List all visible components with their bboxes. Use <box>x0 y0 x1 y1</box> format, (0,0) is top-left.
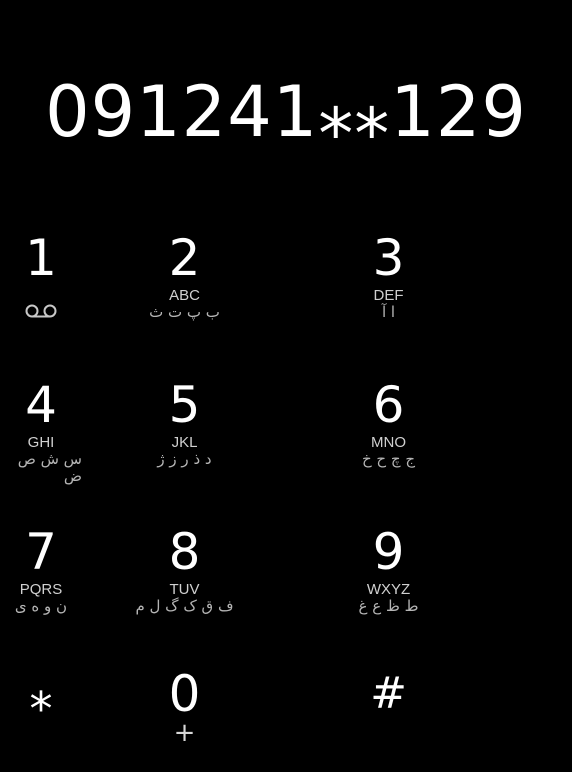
key-5[interactable]: 5 JKL د ذ ر ز ژ <box>82 373 287 520</box>
key-7-digit: 7 <box>25 523 57 581</box>
key-9-letters: WXYZ <box>366 581 411 598</box>
key-1-digit: 1 <box>25 229 57 287</box>
key-3-alt-letters: ا آ <box>381 303 396 321</box>
key-8[interactable]: 8 TUV ف ق ک گ ل م <box>82 520 287 662</box>
key-7-letters: PQRS <box>19 581 63 598</box>
key-2-letters: ABC <box>169 287 200 304</box>
key-9[interactable]: 9 WXYZ ط ظ ع غ <box>287 520 490 662</box>
key-0-digit: 0 <box>168 665 201 723</box>
key-5-alt-letters: د ذ ر ز ژ <box>157 450 212 468</box>
voicemail-icon <box>25 304 57 318</box>
key-8-letters: TUV <box>169 581 200 598</box>
key-8-alt-letters: ف ق ک گ ل م <box>135 597 234 615</box>
key-4-alt-letters: س ش ص ض <box>17 450 82 485</box>
key-3[interactable]: 3 DEF ا آ <box>287 226 490 373</box>
dialed-number: 091241⁎⁎129 <box>45 71 527 153</box>
key-0-plus: + <box>173 718 196 748</box>
key-2-alt-letters: ب پ ت ث <box>149 303 220 321</box>
key-4-digit: 4 <box>25 376 57 434</box>
key-7-alt-letters: ن و ه ی <box>14 597 68 615</box>
key-9-alt-letters: ط ظ ع غ <box>358 597 419 615</box>
key-7[interactable]: 7 PQRS ن و ه ی <box>0 520 82 662</box>
key-6-alt-letters: ج چ ح خ <box>361 450 416 468</box>
key-9-digit: 9 <box>372 523 405 581</box>
dialpad: 1 2 ABC ب پ ت ث 3 DEF ا آ 4 GHI س ش ص ض … <box>0 226 572 772</box>
key-3-letters: DEF <box>373 287 404 304</box>
key-star-digit: ⁎ <box>29 667 53 721</box>
key-2[interactable]: 2 ABC ب پ ت ث <box>82 226 287 373</box>
key-5-digit: 5 <box>168 376 201 434</box>
key-3-digit: 3 <box>372 229 405 287</box>
key-1[interactable]: 1 <box>0 226 82 373</box>
key-hash-digit: # <box>370 668 407 719</box>
key-6-digit: 6 <box>372 376 405 434</box>
key-4-letters: GHI <box>27 434 55 451</box>
key-2-digit: 2 <box>168 229 201 287</box>
key-4[interactable]: 4 GHI س ش ص ض <box>0 373 82 520</box>
key-6-letters: MNO <box>371 434 406 451</box>
key-8-digit: 8 <box>168 523 201 581</box>
key-5-letters: JKL <box>171 434 198 451</box>
key-6[interactable]: 6 MNO ج چ ح خ <box>287 373 490 520</box>
